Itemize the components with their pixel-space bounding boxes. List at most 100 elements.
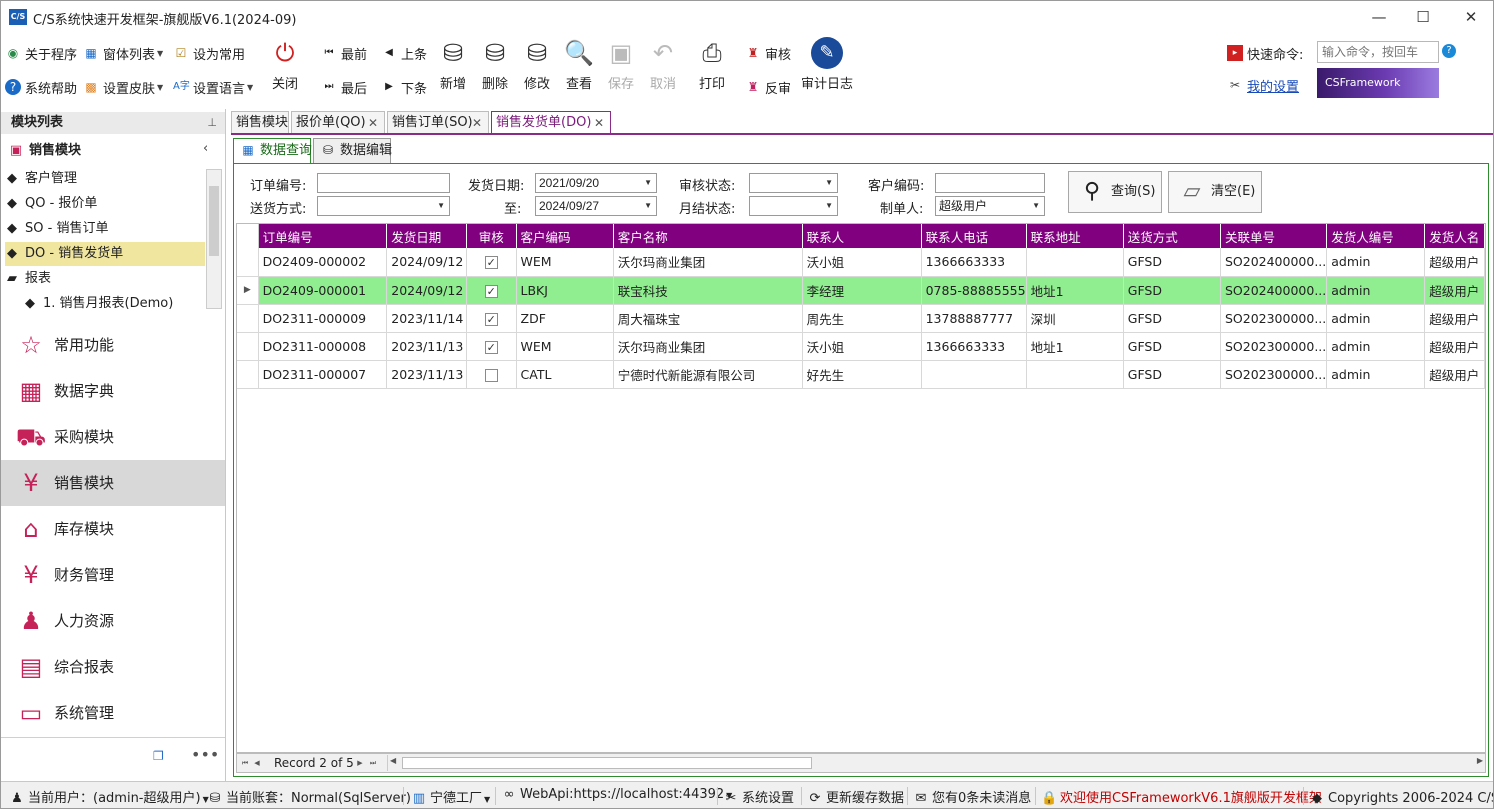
col-header[interactable]: 联系人电话: [921, 224, 1027, 248]
cell-shipper_name[interactable]: 超级用户: [1424, 276, 1485, 305]
nav-system[interactable]: ▭ 系统管理: [1, 690, 225, 736]
about-button[interactable]: ◉ 关于程序: [5, 43, 77, 63]
col-header[interactable]: 发货人编号: [1326, 224, 1426, 248]
cell-addr[interactable]: 地址1: [1026, 276, 1124, 305]
approve-button[interactable]: ♜ 审核: [745, 43, 791, 63]
quick-command-input[interactable]: [1317, 41, 1439, 63]
approved-checkbox[interactable]: ✓: [484, 284, 498, 298]
date-from-input[interactable]: 2021/09/20 ▼: [535, 173, 657, 193]
cell-code[interactable]: LBKJ: [516, 276, 614, 305]
customer-code-input[interactable]: [935, 173, 1045, 193]
cell-date[interactable]: 2023/11/13: [386, 360, 468, 389]
approved-cell[interactable]: ✓: [466, 276, 517, 305]
tree-item-qo[interactable]: ◆ QO - 报价单: [5, 192, 97, 216]
cell-no[interactable]: DO2311-000007: [258, 360, 388, 389]
pin-icon[interactable]: ⊥: [207, 112, 217, 134]
cell-addr[interactable]: [1026, 248, 1124, 277]
cell-ref[interactable]: SO202400000...: [1220, 276, 1328, 305]
status-webapi[interactable]: ∞ WebApi:https://localhost:44392 ▼: [501, 787, 733, 802]
cell-no[interactable]: DO2409-000001: [258, 276, 388, 305]
cell-phone[interactable]: 1366663333: [921, 332, 1027, 361]
copy-icon[interactable]: ❐: [153, 749, 164, 763]
clear-button[interactable]: ▱ 清空(E): [1168, 171, 1262, 213]
edit-button[interactable]: ⛁ 修改: [515, 37, 559, 99]
approved-checkbox[interactable]: ✓: [484, 312, 498, 326]
scroll-left-icon[interactable]: ◀: [390, 756, 396, 765]
cell-no[interactable]: DO2311-000009: [258, 304, 388, 333]
collapse-icon[interactable]: ‹: [203, 141, 208, 156]
cell-ship[interactable]: GFSD: [1123, 332, 1221, 361]
cell-shipper_name[interactable]: 超级用户: [1424, 304, 1485, 333]
col-header[interactable]: 客户名称: [613, 224, 803, 248]
row-indicator[interactable]: [237, 248, 259, 277]
nav-hr[interactable]: ♟ 人力资源: [1, 598, 225, 644]
tree-item-do[interactable]: ◆ DO - 销售发货单: [5, 242, 205, 266]
cell-name[interactable]: 联宝科技: [613, 276, 803, 305]
status-messages[interactable]: ✉ 您有0条未读消息: [913, 787, 1032, 806]
approved-cell[interactable]: ✓: [466, 304, 517, 333]
monthly-status-select[interactable]: ▼: [749, 196, 838, 216]
approved-checkbox[interactable]: ✓: [484, 256, 498, 270]
tree-item-monthly-report[interactable]: ◆ 1. 销售月报表(Demo): [23, 292, 173, 316]
status-system-settings[interactable]: ✂ 系统设置: [723, 787, 794, 806]
cell-shipper[interactable]: admin: [1326, 248, 1426, 277]
next-record-button[interactable]: ▶ 下条: [381, 77, 427, 97]
cell-addr[interactable]: 深圳: [1026, 304, 1124, 333]
cell-shipper_name[interactable]: 超级用户: [1424, 248, 1485, 277]
col-header[interactable]: 审核: [466, 224, 517, 248]
row-indicator[interactable]: [237, 360, 259, 389]
cell-phone[interactable]: 0785-88885555: [921, 276, 1027, 305]
status-refresh-cache[interactable]: ⟳ 更新缓存数据: [807, 787, 904, 806]
language-button[interactable]: A字 设置语言 ▼: [173, 77, 253, 97]
nav-common[interactable]: ☆ 常用功能: [1, 322, 225, 368]
col-header[interactable]: 送货方式: [1123, 224, 1221, 248]
row-indicator[interactable]: [237, 332, 259, 361]
prev-record-button[interactable]: ◀ 上条: [381, 43, 427, 63]
cell-date[interactable]: 2023/11/13: [386, 332, 468, 361]
table-row[interactable]: ▶ DO2409-000001 2024/09/12 ✓ LBKJ 联宝科技 李经理 0785…: [237, 276, 1485, 305]
cell-code[interactable]: CATL: [516, 360, 614, 389]
col-header[interactable]: 发货人名: [1424, 224, 1485, 248]
table-row[interactable]: DO2409-000002 2024/09/12 ✓ WEM 沃尔玛商业集团 沃小姐 136…: [237, 248, 1485, 277]
approved-cell[interactable]: [466, 360, 517, 389]
cell-name[interactable]: 沃尔玛商业集团: [613, 248, 803, 277]
cell-code[interactable]: ZDF: [516, 304, 614, 333]
tab-qo[interactable]: 报价单(QO) ✕: [291, 111, 385, 134]
cell-shipper_name[interactable]: 超级用户: [1424, 332, 1485, 361]
cell-contact[interactable]: 沃小姐: [802, 332, 922, 361]
subtab-query[interactable]: ▦ 数据查询: [233, 138, 312, 163]
cell-contact[interactable]: 李经理: [802, 276, 922, 305]
close-window-button[interactable]: ✕: [1451, 5, 1491, 29]
cell-addr[interactable]: [1026, 360, 1124, 389]
approve-status-select[interactable]: ▼: [749, 173, 838, 193]
status-factory[interactable]: ▥ 宁德工厂 ▼: [411, 787, 490, 806]
tree-item-customer[interactable]: ◆ 客户管理: [5, 167, 77, 191]
order-no-input[interactable]: [317, 173, 450, 193]
cell-ref[interactable]: SO202300000...: [1220, 360, 1328, 389]
cell-ship[interactable]: GFSD: [1123, 276, 1221, 305]
cell-ship[interactable]: GFSD: [1123, 248, 1221, 277]
cell-shipper_name[interactable]: 超级用户: [1424, 360, 1485, 389]
first-page-icon[interactable]: ⏮: [240, 757, 250, 769]
close-tab-icon[interactable]: ✕: [594, 112, 604, 134]
col-header[interactable]: 订单编号: [258, 224, 388, 248]
cell-date[interactable]: 2024/09/12: [386, 248, 468, 277]
delete-button[interactable]: ⛁ 删除: [473, 37, 517, 99]
date-to-input[interactable]: 2024/09/27 ▼: [535, 196, 657, 216]
cell-shipper[interactable]: admin: [1326, 304, 1426, 333]
cell-ship[interactable]: GFSD: [1123, 304, 1221, 333]
cancel-button[interactable]: ↶ 取消: [641, 37, 685, 99]
table-row[interactable]: DO2311-000007 2023/11/13 CATL 宁德时代新能源有限公司 好先…: [237, 360, 1485, 389]
col-header[interactable]: 客户编码: [516, 224, 614, 248]
cell-date[interactable]: 2023/11/14: [386, 304, 468, 333]
cell-addr[interactable]: 地址1: [1026, 332, 1124, 361]
tree-item-so[interactable]: ◆ SO - 销售订单: [5, 217, 108, 241]
last-page-icon[interactable]: ⏭: [368, 757, 378, 769]
cell-ship[interactable]: GFSD: [1123, 360, 1221, 389]
approved-cell[interactable]: ✓: [466, 248, 517, 277]
close-button[interactable]: ⏻ 关闭: [263, 37, 307, 99]
cell-code[interactable]: WEM: [516, 332, 614, 361]
approved-checkbox[interactable]: ✓: [484, 340, 498, 354]
unapprove-button[interactable]: ♜ 反审: [745, 77, 791, 97]
window-list-button[interactable]: ▦ 窗体列表 ▼: [83, 43, 163, 63]
